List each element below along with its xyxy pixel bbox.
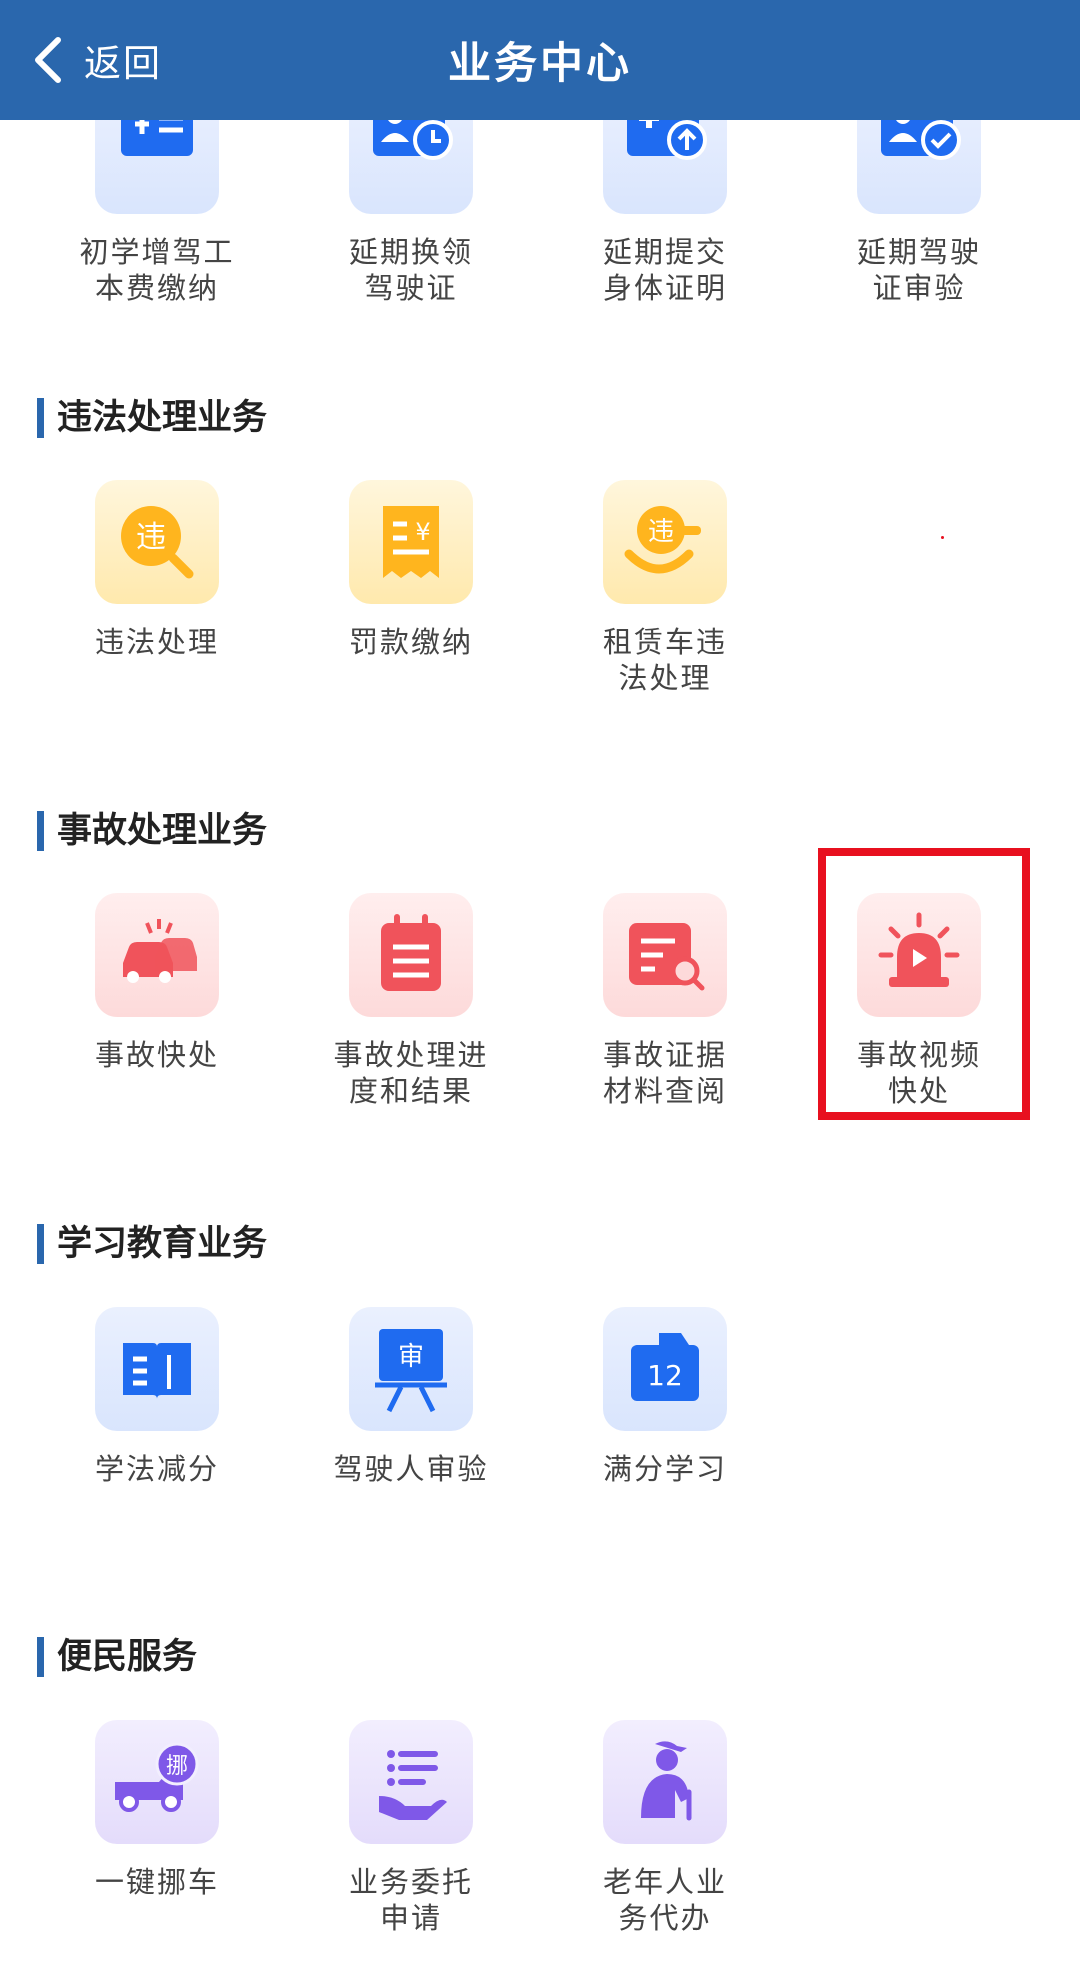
fine-receipt-icon: ¥ bbox=[349, 480, 473, 604]
section-title-education: 学习教育业务 bbox=[37, 1224, 267, 1264]
service-grid: 初学增驾工 本费缴纳 延期换领 驾驶证 延期提交 身体证明 延期驾驶 证审验 违… bbox=[0, 0, 1080, 1973]
service-item-delegate[interactable]: 业务委托 申请 bbox=[284, 1720, 538, 1936]
item-label-line1: 罚款缴纳 bbox=[348, 625, 473, 659]
item-label-line1: 学法减分 bbox=[94, 1452, 219, 1486]
svg-text:12: 12 bbox=[647, 1359, 683, 1392]
item-label-line1: 满分学习 bbox=[602, 1452, 727, 1486]
service-item-move-car[interactable]: 挪 一键挪车 bbox=[30, 1720, 284, 1900]
service-item-driver-review[interactable]: 审 驾驶人审验 bbox=[284, 1307, 538, 1487]
red-dot bbox=[941, 536, 944, 539]
item-label-line1: 事故处理进 bbox=[333, 1038, 489, 1072]
progress-list-icon bbox=[349, 893, 473, 1017]
elderly-icon bbox=[603, 1720, 727, 1844]
violation-search-icon: 违 bbox=[95, 480, 219, 604]
section-title-violation: 违法处理业务 bbox=[37, 398, 267, 438]
item-label-line1: 初学增驾工 bbox=[79, 235, 235, 269]
service-item-license-review[interactable]: 延期驾驶 证审验 bbox=[792, 90, 1046, 306]
service-item-accident-quick[interactable]: 事故快处 bbox=[30, 893, 284, 1073]
section-title-accident: 事故处理业务 bbox=[37, 811, 267, 851]
service-item-elderly-agent[interactable]: 老年人业 务代办 bbox=[538, 1720, 792, 1936]
item-label-line2: 驾驶证 bbox=[364, 271, 458, 305]
item-label-line1: 事故证据 bbox=[602, 1038, 727, 1072]
svg-text:违: 违 bbox=[136, 520, 166, 555]
item-label-line2: 身体证明 bbox=[602, 271, 727, 305]
top-nav-bar: 返回 业务中心 bbox=[0, 0, 1080, 120]
service-item-full-score-study[interactable]: 12 满分学习 bbox=[538, 1307, 792, 1487]
item-label-line2: 材料查阅 bbox=[602, 1074, 727, 1108]
item-label-line1: 违法处理 bbox=[94, 625, 219, 659]
item-label-line2: 申请 bbox=[379, 1901, 442, 1935]
delegate-hand-icon bbox=[349, 1720, 473, 1844]
move-truck-icon: 挪 bbox=[95, 1720, 219, 1844]
item-label-line1: 租赁车违 bbox=[602, 625, 727, 659]
book-icon bbox=[95, 1307, 219, 1431]
svg-text:¥: ¥ bbox=[415, 518, 430, 546]
item-label-line1: 延期驾驶 bbox=[856, 235, 981, 269]
section-title-convenience: 便民服务 bbox=[37, 1637, 197, 1677]
item-label-line1: 延期换领 bbox=[348, 235, 473, 269]
service-item-accident-evidence[interactable]: 事故证据 材料查阅 bbox=[538, 893, 792, 1109]
item-label-line1: 事故快处 bbox=[94, 1038, 219, 1072]
svg-text:违: 违 bbox=[648, 517, 674, 547]
calendar-12-icon: 12 bbox=[603, 1307, 727, 1431]
service-item-medical-proof[interactable]: 延期提交 身体证明 bbox=[538, 90, 792, 306]
rental-violation-icon: 违 bbox=[603, 480, 727, 604]
service-item-study-deduction[interactable]: 学法减分 bbox=[30, 1307, 284, 1487]
item-label-line1: 业务委托 bbox=[348, 1865, 473, 1899]
item-label-line2: 本费缴纳 bbox=[94, 271, 219, 305]
item-label-line2: 务代办 bbox=[618, 1901, 712, 1935]
item-label-line1: 一键挪车 bbox=[94, 1865, 219, 1899]
service-item-renew-license[interactable]: 延期换领 驾驶证 bbox=[284, 90, 538, 306]
evidence-search-icon bbox=[603, 893, 727, 1017]
svg-text:审: 审 bbox=[398, 1342, 424, 1372]
service-item-violation[interactable]: 违 违法处理 bbox=[30, 480, 284, 660]
item-label-line1: 驾驶人审验 bbox=[333, 1452, 489, 1486]
service-item-rental-violation[interactable]: 违 租赁车违 法处理 bbox=[538, 480, 792, 696]
item-label-line2: 法处理 bbox=[618, 661, 712, 695]
service-item-fee-payment[interactable]: 初学增驾工 本费缴纳 bbox=[30, 90, 284, 306]
item-label-line1: 老年人业 bbox=[602, 1865, 727, 1899]
service-item-fine-payment[interactable]: ¥ 罚款缴纳 bbox=[284, 480, 538, 660]
page-title: 业务中心 bbox=[448, 39, 632, 89]
service-item-accident-progress[interactable]: 事故处理进 度和结果 bbox=[284, 893, 538, 1109]
car-crash-icon bbox=[95, 893, 219, 1017]
item-label-line2: 度和结果 bbox=[348, 1074, 473, 1108]
item-label-line1: 延期提交 bbox=[602, 235, 727, 269]
review-board-icon: 审 bbox=[349, 1307, 473, 1431]
svg-text:挪: 挪 bbox=[166, 1754, 188, 1779]
highlight-box bbox=[818, 848, 1030, 1120]
item-label-line2: 证审验 bbox=[872, 271, 966, 305]
